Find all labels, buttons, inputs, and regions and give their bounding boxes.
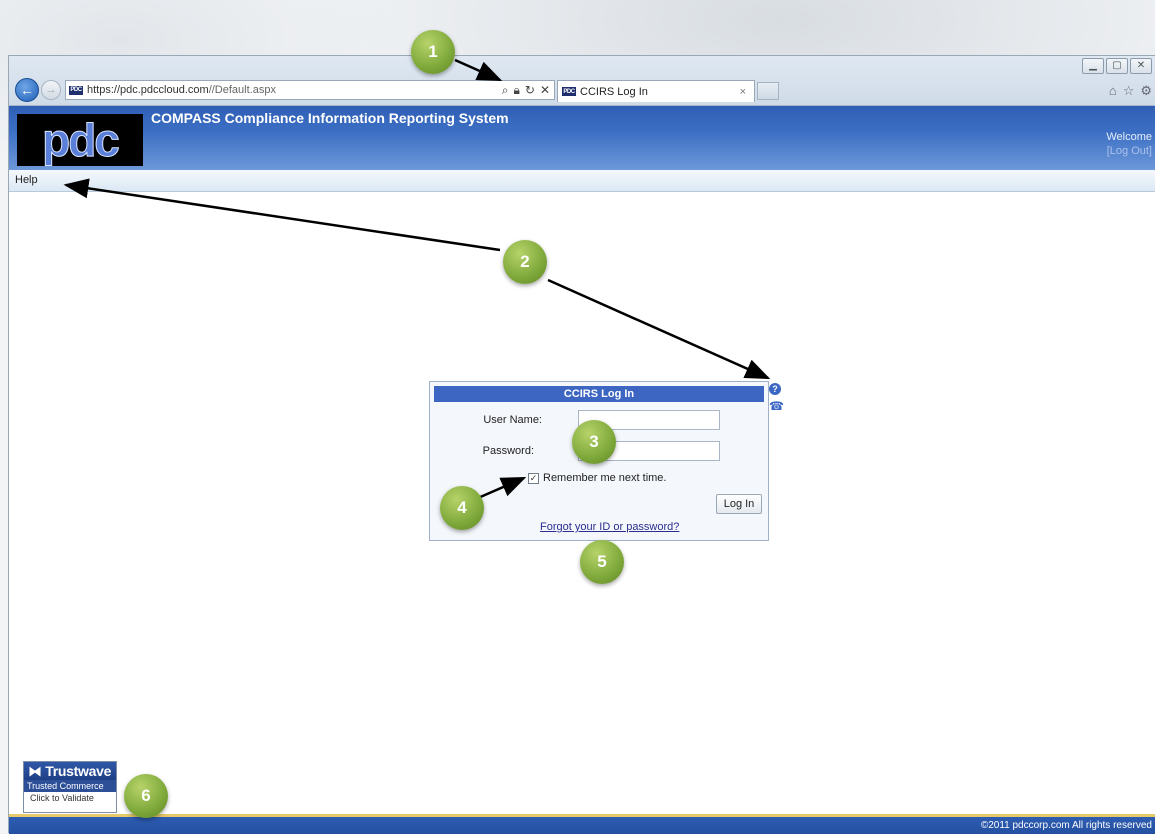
remember-me-checkbox[interactable]: ✓: [528, 472, 539, 484]
site-title: COMPASS Compliance Information Reporting…: [151, 110, 509, 126]
web-page: pdc COMPASS Compliance Information Repor…: [9, 106, 1155, 834]
trustwave-brand-text: Trustwave: [45, 763, 112, 779]
help-question-icon[interactable]: ?: [769, 383, 781, 395]
tab-close-icon[interactable]: ×: [740, 86, 746, 98]
site-favicon-icon: PDC: [69, 85, 83, 95]
trustwave-seal[interactable]: ⧓ Trustwave Trusted Commerce Click to Va…: [23, 761, 117, 813]
login-panel-title: CCIRS Log In: [434, 386, 764, 402]
stop-icon[interactable]: ✕: [540, 83, 550, 98]
password-label: Password:: [482, 445, 534, 457]
welcome-text: Welcome: [1106, 131, 1152, 143]
trustwave-logo-icon: ⧓: [28, 763, 42, 779]
welcome-area: Welcome [Log Out]: [1106, 130, 1152, 158]
home-icon[interactable]: ⌂: [1109, 83, 1117, 99]
remember-me-row: ✓ Remember me next time.: [528, 472, 666, 484]
browser-toolbar-icons: ⌂ ☆ ⚙: [1109, 83, 1152, 99]
forward-arrow-icon: →: [45, 84, 57, 96]
copyright-text: ©2011 pdccorp.com All rights reserved: [980, 820, 1152, 831]
trustwave-validate[interactable]: Click to Validate: [24, 792, 116, 804]
tab-title: CCIRS Log In: [580, 85, 648, 98]
menu-item-help[interactable]: Help: [15, 174, 38, 186]
tab-ccirs-login[interactable]: PDC CCIRS Log In ×: [557, 80, 755, 102]
window-controls: ▁ ▢ ✕: [1082, 58, 1152, 74]
lock-icon[interactable]: 🔒︎: [513, 83, 519, 98]
pdc-logo: pdc: [17, 114, 143, 166]
browser-chrome: ▁ ▢ ✕ ← → PDC https://pdc.pdccloud.com//…: [9, 56, 1155, 106]
callout-1: 1: [411, 30, 455, 74]
address-tools: ⌕ 🔒︎ ↻ ✕: [502, 83, 554, 98]
logo-text: pdc: [42, 114, 121, 166]
callout-2: 2: [503, 240, 547, 284]
menu-bar: Help: [9, 170, 1155, 192]
url-path: //Default.aspx: [208, 84, 276, 96]
callout-5: 5: [580, 540, 624, 584]
remember-me-label[interactable]: Remember me next time.: [543, 472, 666, 484]
trustwave-subtitle: Trusted Commerce: [24, 780, 116, 792]
minimize-button[interactable]: ▁: [1082, 58, 1104, 74]
refresh-icon[interactable]: ↻: [525, 83, 535, 98]
callout-3: 3: [572, 420, 616, 464]
callout-4: 4: [440, 486, 484, 530]
site-header: pdc COMPASS Compliance Information Repor…: [9, 106, 1155, 170]
search-icon[interactable]: ⌕: [502, 83, 509, 98]
address-bar[interactable]: PDC https://pdc.pdccloud.com//Default.as…: [65, 80, 555, 100]
log-in-button[interactable]: Log In: [716, 494, 762, 514]
tab-favicon-icon: PDC: [562, 87, 576, 96]
back-button[interactable]: ←: [15, 78, 39, 102]
url-host: https://pdc.pdccloud.com: [87, 84, 209, 96]
favorites-star-icon[interactable]: ☆: [1123, 83, 1135, 99]
back-arrow-icon: ←: [20, 82, 34, 98]
forward-button[interactable]: →: [41, 80, 61, 100]
logout-link[interactable]: [Log Out]: [1106, 144, 1152, 158]
gear-icon[interactable]: ⚙: [1140, 83, 1152, 99]
contact-phone-icon[interactable]: ☎: [769, 400, 784, 412]
username-label: User Name:: [483, 414, 542, 426]
new-tab-button[interactable]: [757, 82, 779, 100]
site-footer: ©2011 pdccorp.com All rights reserved: [9, 814, 1155, 834]
close-window-button[interactable]: ✕: [1130, 58, 1152, 74]
trustwave-brand: ⧓ Trustwave: [24, 762, 116, 780]
maximize-button[interactable]: ▢: [1106, 58, 1128, 74]
forgot-password-link[interactable]: Forgot your ID or password?: [540, 521, 679, 533]
callout-6: 6: [124, 774, 168, 818]
